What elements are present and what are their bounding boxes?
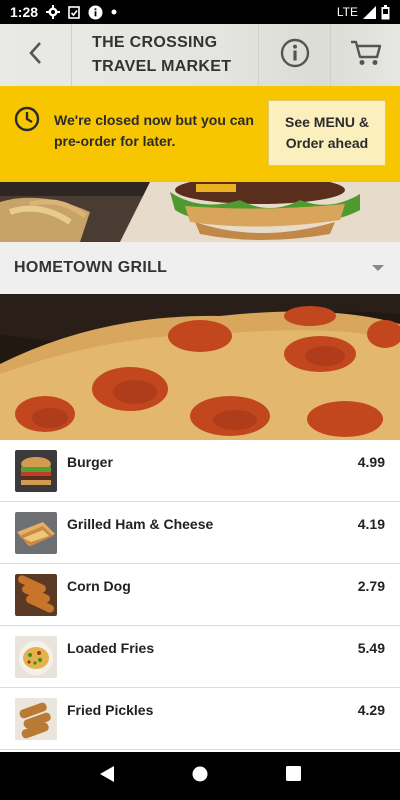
burger-thumbnail	[15, 449, 57, 492]
loaded-fries-thumbnail	[15, 635, 57, 678]
fried-pickles-thumbnail	[15, 697, 57, 740]
menu-item-name: Burger	[67, 453, 113, 470]
back-button[interactable]	[0, 24, 72, 86]
closed-banner: We're closed now but you can pre-order f…	[0, 86, 400, 182]
menu-item-loaded-fries[interactable]: Loaded Fries 5.49	[0, 626, 400, 688]
menu-item-corn-dog[interactable]: Corn Dog 2.79	[0, 564, 400, 626]
sandwich-thumbnail	[15, 511, 57, 554]
dropdown-caret-icon	[372, 265, 384, 271]
menu-list: Burger 4.99 Grilled Ham & Cheese 4.19 Co…	[0, 440, 400, 750]
cart-button[interactable]	[330, 24, 400, 86]
preorder-button-line1: See MENU &	[284, 114, 370, 130]
category-label: HOMETOWN GRILL	[14, 259, 168, 276]
system-navigation-bar	[0, 752, 400, 800]
nav-back-button[interactable]	[87, 756, 127, 796]
hero-pizza-image	[0, 294, 400, 440]
clipboard-check-icon	[68, 5, 80, 19]
store-title: THE CROSSING TRAVEL MARKET	[72, 24, 258, 86]
info-icon	[280, 38, 310, 73]
notification-dot-icon	[111, 9, 117, 15]
network-type: LTE	[336, 5, 358, 19]
circle-home-icon	[192, 766, 208, 787]
preorder-button-line2: Order ahead	[285, 135, 369, 151]
triangle-back-icon	[99, 765, 115, 788]
signal-icon	[363, 5, 376, 19]
menu-item-fried-pickles[interactable]: Fried Pickles 4.29	[0, 688, 400, 750]
cart-icon	[350, 39, 382, 72]
menu-item-price: 2.79	[357, 577, 385, 594]
square-recents-icon	[285, 766, 301, 786]
store-title-line2: TRAVEL MARKET	[92, 58, 232, 75]
hero-burger-image	[0, 182, 400, 242]
settings-gear-icon	[46, 5, 61, 19]
see-menu-order-ahead-button[interactable]: See MENU & Order ahead	[268, 100, 386, 166]
menu-item-price: 4.19	[357, 515, 385, 532]
nav-home-button[interactable]	[180, 756, 220, 796]
back-arrow-icon	[26, 40, 46, 71]
closed-message: We're closed now but you can pre-order f…	[54, 112, 254, 149]
menu-item-burger[interactable]: Burger 4.99	[0, 440, 400, 502]
menu-item-name: Loaded Fries	[67, 639, 155, 656]
info-button[interactable]	[258, 24, 330, 86]
menu-item-name: Fried Pickles	[67, 701, 154, 718]
battery-icon	[381, 4, 390, 20]
category-selector[interactable]: HOMETOWN GRILL	[0, 242, 400, 294]
menu-item-name: Corn Dog	[67, 577, 131, 594]
nav-recents-button[interactable]	[273, 756, 313, 796]
status-time: 1:28	[10, 4, 39, 20]
menu-item-price: 5.49	[357, 639, 385, 656]
store-title-line1: THE CROSSING	[92, 34, 218, 51]
info-circle-icon	[88, 5, 103, 20]
menu-item-price: 4.29	[357, 701, 385, 718]
menu-item-grilled-ham-cheese[interactable]: Grilled Ham & Cheese 4.19	[0, 502, 400, 564]
status-bar: 1:28 LTE	[0, 0, 400, 24]
menu-item-price: 4.99	[357, 453, 385, 470]
clock-icon	[14, 106, 40, 137]
app-header: THE CROSSING TRAVEL MARKET	[0, 24, 400, 86]
menu-item-name: Grilled Ham & Cheese	[67, 515, 214, 532]
corn-dog-thumbnail	[15, 573, 57, 616]
